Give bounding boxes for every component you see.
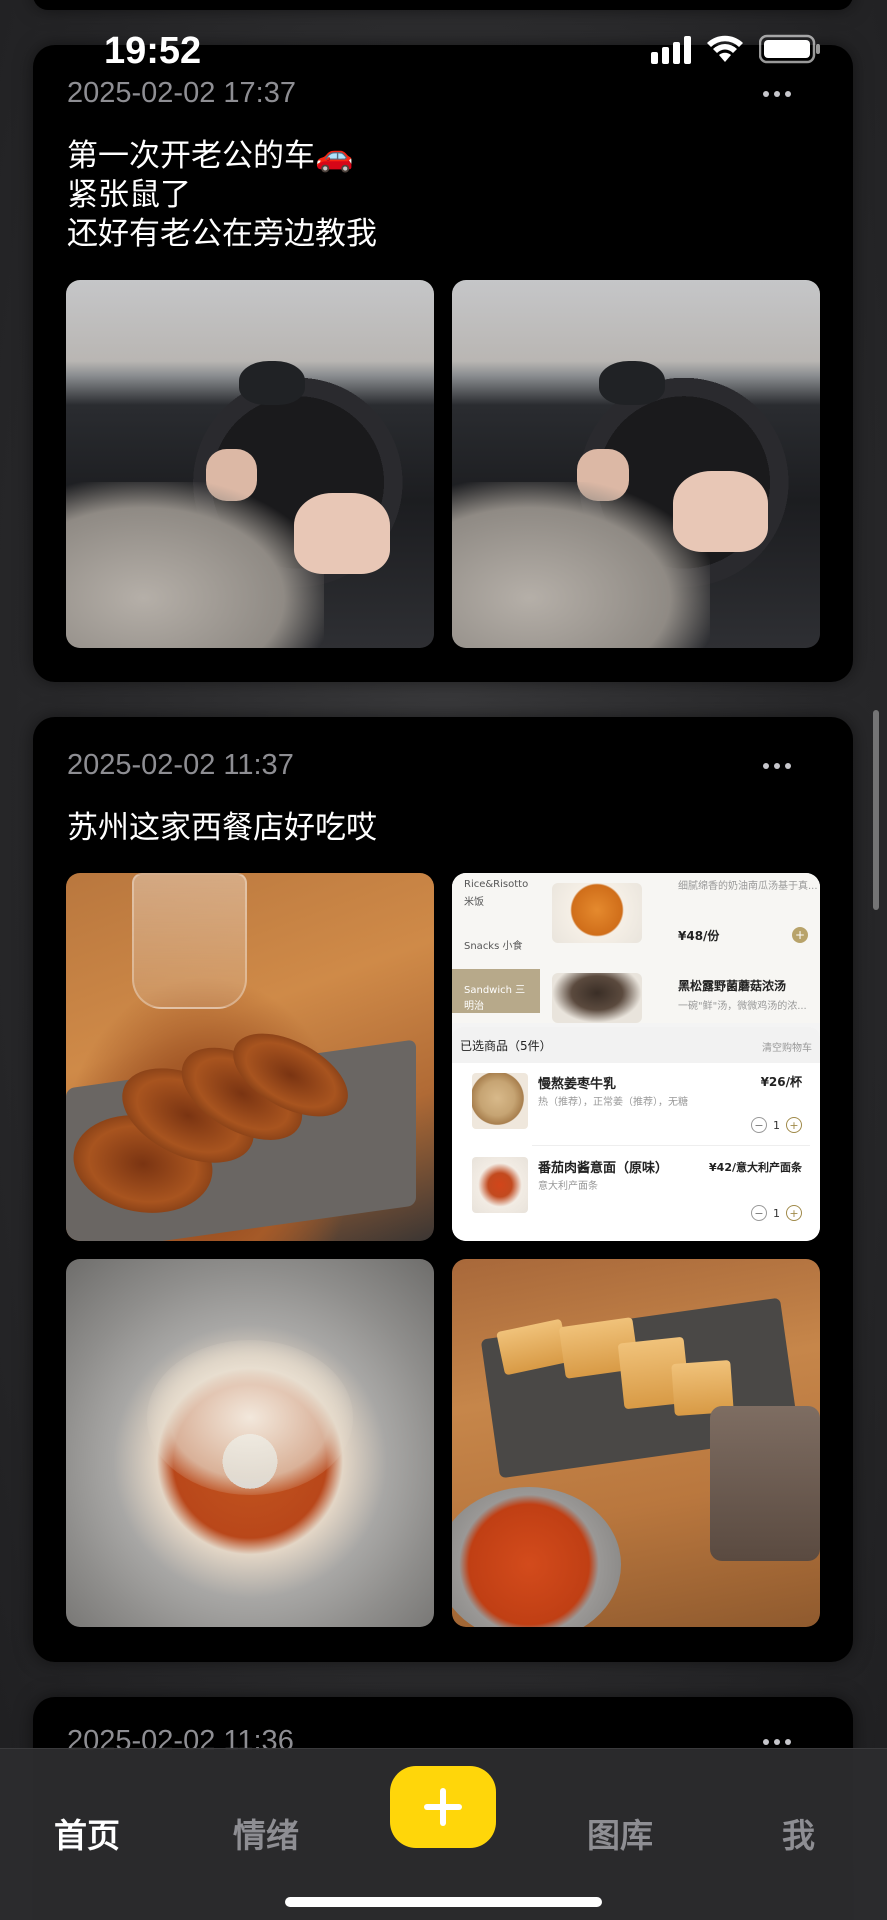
menu-category: 明治: [464, 1001, 484, 1012]
cart-item-name: 慢熬姜枣牛乳: [538, 1077, 617, 1092]
post-date: 2025-02-02 11:37: [67, 749, 294, 781]
status-icons: [651, 34, 821, 64]
post-photo[interactable]: [452, 1259, 820, 1627]
post-text: 苏州这家西餐店好吃哎: [67, 810, 377, 846]
quantity-stepper: −1 +: [751, 1117, 802, 1133]
post-photo[interactable]: [66, 873, 434, 1241]
post-card[interactable]: 2025-02-02 11:37 苏州这家西餐店好吃哎 Rice&Risotto…: [33, 717, 853, 1662]
post-card[interactable]: 2025-02-02 17:37 第一次开老公的车🚗 紧张鼠了 还好有老公在旁边…: [33, 45, 853, 682]
tab-me[interactable]: 我: [782, 1809, 815, 1857]
menu-category: Snacks 小食: [464, 941, 523, 952]
tab-home[interactable]: 首页: [54, 1809, 120, 1857]
menu-item-desc: 一碗"鲜"汤，微微鸡汤的浓...: [678, 1001, 807, 1012]
post-photo[interactable]: [66, 1259, 434, 1627]
menu-item-desc: 细腻绵香的奶油南瓜汤基于真...: [678, 881, 818, 892]
post-photo[interactable]: [66, 280, 434, 648]
post-photo[interactable]: [452, 280, 820, 648]
cart-item-price: ¥26/杯: [760, 1075, 802, 1089]
menu-category: Sandwich 三: [464, 985, 526, 996]
cart-item-desc: 热（推荐），正常姜（推荐），无糖: [538, 1097, 688, 1108]
tab-mood[interactable]: 情绪: [233, 1809, 299, 1857]
battery-icon: [759, 34, 821, 64]
tab-bar: 首页 情绪 图库 我: [0, 1748, 887, 1920]
menu-item-price: ¥48/份: [678, 929, 720, 943]
post-photo-menu-screenshot[interactable]: Rice&Risotto 米饭 Snacks 小食 Sandwich 三 明治 …: [452, 873, 820, 1241]
post-text: 第一次开老公的车🚗 紧张鼠了 还好有老公在旁边教我: [67, 138, 377, 252]
menu-category: 米饭: [464, 897, 484, 908]
home-indicator[interactable]: [285, 1897, 602, 1907]
tab-gallery[interactable]: 图库: [587, 1809, 653, 1857]
clear-cart: 清空购物车: [762, 1043, 812, 1054]
more-options-icon[interactable]: [763, 763, 791, 769]
add-item-icon: +: [792, 927, 808, 943]
plus-icon: [424, 1788, 462, 1826]
screen: 2025-02-02 17:37 第一次开老公的车🚗 紧张鼠了 还好有老公在旁边…: [0, 0, 887, 1920]
scrollbar[interactable]: [873, 710, 879, 910]
status-bar: 19:52: [0, 0, 887, 104]
menu-category: Rice&Risotto: [464, 879, 529, 890]
cart-item-name: 番茄肉酱意面（原味）: [538, 1161, 669, 1176]
selected-header: 已选商品（5件）: [460, 1039, 552, 1053]
cellular-signal-icon: [651, 34, 691, 64]
status-time: 19:52: [104, 30, 202, 72]
more-options-icon[interactable]: [763, 1739, 791, 1745]
quantity-stepper: −1 +: [751, 1205, 802, 1221]
add-post-button[interactable]: [390, 1766, 496, 1848]
menu-item-name: 黑松露野菌蘑菇浓汤: [678, 979, 787, 993]
cart-item-price: ¥42/意大利产面条: [709, 1161, 802, 1174]
cart-item-desc: 意大利产面条: [538, 1181, 598, 1192]
wifi-icon: [705, 34, 745, 64]
